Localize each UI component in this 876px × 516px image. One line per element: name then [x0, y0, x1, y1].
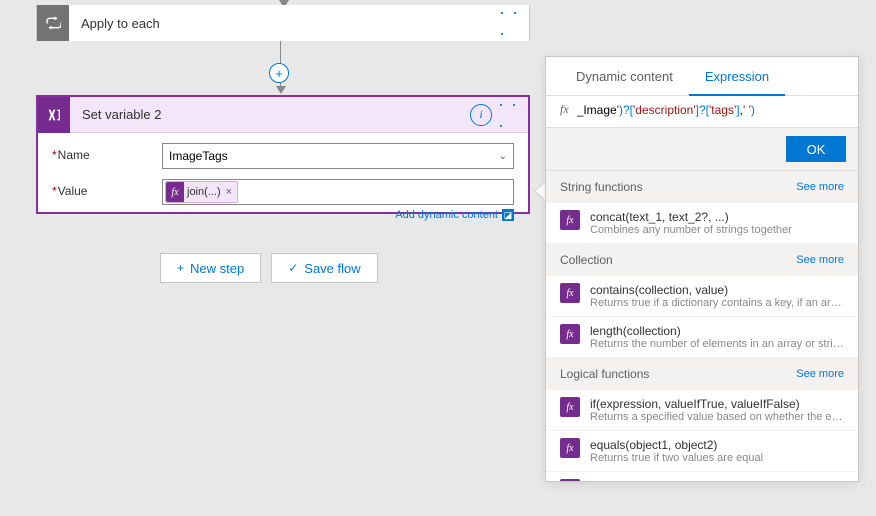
fx-icon: fx	[560, 210, 580, 230]
function-name: contains(collection, value)	[590, 283, 844, 297]
action-card-set-variable[interactable]: Set variable 2 i · · · *Name ImageTags ⌄…	[36, 95, 530, 214]
card-title: Set variable 2	[82, 107, 470, 122]
name-dropdown[interactable]: ImageTags ⌄	[162, 143, 514, 169]
loop-icon	[37, 5, 69, 41]
function-name: concat(text_1, text_2?, ...)	[590, 210, 844, 224]
function-item[interactable]: fx concat(text_1, text_2?, ...)Combines a…	[546, 203, 858, 244]
info-icon[interactable]: i	[470, 104, 492, 126]
fx-icon: fx	[166, 182, 184, 202]
group-title: Logical functions	[560, 367, 649, 381]
function-description: Returns true if a dictionary contains a …	[590, 297, 844, 309]
value-input[interactable]: fx join(...) ×	[162, 179, 514, 205]
group-title: Collection	[560, 253, 613, 267]
dynamic-badge-icon: ◪	[502, 209, 514, 221]
fx-icon: fx	[560, 102, 569, 117]
variable-icon	[38, 97, 70, 133]
action-card-apply-to-each[interactable]: Apply to each · · ·	[36, 5, 530, 41]
expression-input[interactable]: _Image')?['description']?['tags'],' ')	[577, 103, 844, 117]
dynamic-content-panel: Dynamic content Expression fx _Image')?[…	[545, 56, 859, 482]
token-text: join(...)	[184, 186, 224, 198]
function-item[interactable]: fx contains(collection, value)Returns tru…	[546, 276, 858, 317]
function-description: Combines any number of strings together	[590, 224, 844, 236]
connector-arrow-mid: +	[274, 41, 287, 94]
see-more-link[interactable]: See more	[796, 181, 844, 193]
card-header: Apply to each · · ·	[37, 5, 529, 41]
add-dynamic-content-link[interactable]: Add dynamic content ◪	[52, 209, 514, 221]
function-description: Returns a specified value based on wheth…	[590, 411, 844, 423]
function-group-header: Collection See more	[546, 244, 858, 276]
function-group-header: Logical functions See more	[546, 358, 858, 390]
function-description: Returns true if two values are equal	[590, 452, 844, 464]
panel-pointer	[535, 183, 545, 199]
card-title: Apply to each	[81, 16, 499, 31]
card-header: Set variable 2 i · · ·	[38, 97, 528, 133]
function-list[interactable]: String functions See more fx concat(text_1,…	[546, 171, 858, 481]
remove-token-button[interactable]: ×	[224, 186, 237, 198]
check-icon: ✓	[288, 261, 298, 275]
tab-dynamic-content[interactable]: Dynamic content	[560, 57, 689, 95]
designer-canvas: Apply to each · · · + Set variable 2 i ·…	[0, 0, 876, 516]
tab-expression[interactable]: Expression	[689, 57, 785, 96]
expression-token[interactable]: fx join(...) ×	[165, 181, 238, 203]
expression-input-row: fx _Image')?['description']?['tags'],' '…	[546, 96, 858, 128]
card-menu-button[interactable]: · · ·	[499, 5, 529, 41]
see-more-link[interactable]: See more	[796, 254, 844, 266]
function-item[interactable]: fx if(expression, valueIfTrue, valueIfFal…	[546, 390, 858, 431]
fx-icon: fx	[560, 324, 580, 344]
function-item[interactable]: fxand(expression1, expression2)Returns t…	[546, 472, 858, 481]
footer-buttons: + New step ✓ Save flow	[160, 253, 378, 283]
function-description: Returns the number of elements in an arr…	[590, 338, 844, 350]
function-item[interactable]: fx equals(object1, object2)Returns true i…	[546, 431, 858, 472]
fx-icon: fx	[560, 283, 580, 303]
add-action-button[interactable]: +	[269, 63, 289, 83]
new-step-button[interactable]: + New step	[160, 253, 261, 283]
function-group-header: String functions See more	[546, 171, 858, 203]
fx-icon: fx	[560, 397, 580, 417]
card-body: *Name ImageTags ⌄ *Value fx join(...) ×	[38, 133, 528, 231]
group-title: String functions	[560, 180, 643, 194]
field-label: *Value	[52, 179, 162, 198]
function-name: and(expression1, expression2)	[590, 479, 844, 481]
field-label: *Name	[52, 143, 162, 162]
chevron-down-icon: ⌄	[499, 151, 507, 162]
fx-icon: fx	[560, 479, 580, 481]
panel-tabs: Dynamic content Expression	[546, 57, 858, 96]
see-more-link[interactable]: See more	[796, 368, 844, 380]
save-flow-button[interactable]: ✓ Save flow	[271, 253, 377, 283]
function-name: length(collection)	[590, 324, 844, 338]
plus-icon: +	[177, 261, 184, 275]
function-item[interactable]: fx length(collection)Returns the number o…	[546, 317, 858, 358]
ok-row: OK	[546, 128, 858, 171]
field-row-name: *Name ImageTags ⌄	[52, 143, 514, 169]
function-name: if(expression, valueIfTrue, valueIfFalse…	[590, 397, 844, 411]
card-menu-button[interactable]: · · ·	[498, 97, 528, 133]
name-value: ImageTags	[169, 149, 228, 163]
field-row-value: *Value fx join(...) ×	[52, 179, 514, 205]
fx-icon: fx	[560, 438, 580, 458]
ok-button[interactable]: OK	[786, 136, 846, 162]
function-name: equals(object1, object2)	[590, 438, 844, 452]
